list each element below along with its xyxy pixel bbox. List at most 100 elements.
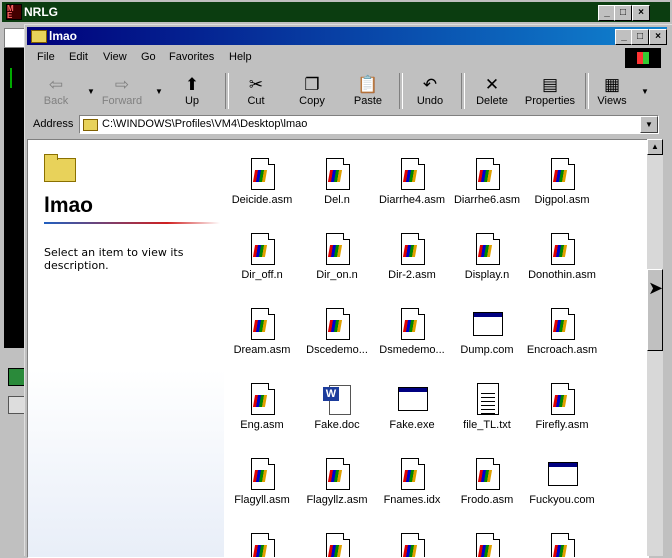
forward-button[interactable]: ⇨ Forward bbox=[93, 71, 151, 111]
word-document-icon: W bbox=[323, 383, 351, 417]
views-button[interactable]: ▦ Views bbox=[587, 71, 637, 111]
menu-go[interactable]: Go bbox=[141, 51, 156, 63]
winamp-file-icon bbox=[398, 458, 426, 492]
file-name: Dir-2.asm bbox=[388, 269, 436, 281]
file-name: Digpol.asm bbox=[534, 194, 590, 206]
address-field[interactable]: C:\WINDOWS\Profiles\VM4\Desktop\lmao ▼ bbox=[79, 115, 659, 134]
menu-edit[interactable]: Edit bbox=[69, 51, 88, 63]
address-dropdown-button[interactable]: ▼ bbox=[640, 116, 658, 133]
text-file-icon bbox=[473, 383, 501, 417]
file-item[interactable]: Frodo.asm bbox=[449, 438, 525, 508]
file-name: Eng.asm bbox=[240, 419, 284, 431]
background-window-title: NRLG bbox=[24, 5, 58, 19]
folder-icon bbox=[31, 30, 47, 43]
file-name: Diarrhe6.asm bbox=[453, 194, 521, 206]
file-item[interactable] bbox=[374, 513, 450, 557]
maximize-button[interactable]: □ bbox=[614, 5, 632, 21]
file-item[interactable]: Fnames.idx bbox=[374, 438, 450, 508]
winamp-file-icon bbox=[398, 233, 426, 267]
winamp-file-icon bbox=[473, 458, 501, 492]
folder-view: lmao Select an item to view its descript… bbox=[27, 139, 649, 558]
background-window-titlebar[interactable]: ME NRLG _ □ × bbox=[2, 2, 670, 22]
undo-button[interactable]: ↶ Undo bbox=[401, 71, 459, 111]
properties-label: Properties bbox=[524, 95, 576, 107]
properties-icon: ▤ bbox=[541, 75, 559, 94]
menu-favorites[interactable]: Favorites bbox=[169, 51, 214, 63]
file-name: Donothin.asm bbox=[528, 269, 596, 281]
file-item[interactable]: Donothin.asm bbox=[524, 213, 600, 283]
back-arrow-icon: ⇦ bbox=[48, 75, 64, 94]
undo-label: Undo bbox=[416, 95, 444, 107]
cut-button[interactable]: ✂ Cut bbox=[227, 71, 285, 111]
delete-x-icon: ✕ bbox=[484, 75, 500, 94]
file-name: Firefly.asm bbox=[535, 419, 589, 431]
file-name: Fuckyou.com bbox=[529, 494, 595, 506]
paste-button[interactable]: 📋 Paste bbox=[339, 71, 397, 111]
close-button[interactable]: × bbox=[632, 5, 650, 21]
file-item[interactable]: Dscedemo... bbox=[299, 288, 375, 358]
winamp-file-icon bbox=[248, 533, 276, 557]
views-dropdown-icon[interactable]: ▼ bbox=[641, 87, 649, 96]
file-item[interactable]: Diarrhe6.asm bbox=[449, 140, 525, 208]
file-item[interactable]: Del.n bbox=[299, 140, 375, 208]
file-item[interactable]: Fuckyou.com bbox=[524, 438, 600, 508]
properties-button[interactable]: ▤ Properties bbox=[517, 71, 583, 111]
up-label: Up bbox=[184, 95, 200, 107]
address-bar: Address C:\WINDOWS\Profiles\VM4\Desktop\… bbox=[27, 114, 667, 136]
background-panel bbox=[4, 48, 26, 348]
back-button[interactable]: ⇦ Back bbox=[27, 71, 85, 111]
delete-button[interactable]: ✕ Delete bbox=[463, 71, 521, 111]
file-name: Fnames.idx bbox=[383, 494, 441, 506]
menu-file[interactable]: File bbox=[37, 51, 55, 63]
winamp-file-icon bbox=[323, 233, 351, 267]
copy-icon: ❐ bbox=[304, 75, 320, 94]
divider bbox=[44, 222, 220, 224]
file-item[interactable]: W Fake.doc bbox=[299, 363, 375, 433]
winamp-file-icon bbox=[398, 158, 426, 192]
forward-dropdown-icon[interactable]: ▼ bbox=[155, 87, 163, 96]
file-item[interactable]: Dream.asm bbox=[224, 288, 300, 358]
file-item[interactable]: Eng.asm bbox=[224, 363, 300, 433]
file-item[interactable] bbox=[449, 513, 525, 557]
vertical-scrollbar[interactable]: ▲ bbox=[647, 139, 663, 556]
close-button[interactable]: × bbox=[649, 29, 667, 45]
winamp-file-icon bbox=[323, 158, 351, 192]
file-item[interactable] bbox=[299, 513, 375, 557]
file-name: Flagyll.asm bbox=[234, 494, 290, 506]
scroll-up-button[interactable]: ▲ bbox=[647, 139, 663, 155]
winamp-file-icon bbox=[248, 458, 276, 492]
file-item[interactable]: Dir-2.asm bbox=[374, 213, 450, 283]
paste-label: Paste bbox=[353, 95, 383, 107]
address-label: Address bbox=[33, 118, 74, 130]
file-item[interactable]: Dir_off.n bbox=[224, 213, 300, 283]
file-item[interactable] bbox=[224, 513, 300, 557]
window-title: lmao bbox=[49, 29, 78, 43]
file-name: file_TL.txt bbox=[463, 419, 511, 431]
file-item[interactable] bbox=[524, 513, 600, 557]
winamp-file-icon bbox=[398, 533, 426, 557]
file-item[interactable]: Deicide.asm bbox=[224, 140, 300, 208]
file-item[interactable]: Digpol.asm bbox=[524, 140, 600, 208]
menu-help[interactable]: Help bbox=[229, 51, 252, 63]
file-item[interactable]: Dump.com bbox=[449, 288, 525, 358]
file-item[interactable]: Dir_on.n bbox=[299, 213, 375, 283]
file-item[interactable]: Diarrhe4.asm bbox=[374, 140, 450, 208]
address-value: C:\WINDOWS\Profiles\VM4\Desktop\lmao bbox=[102, 118, 308, 130]
file-item[interactable]: Encroach.asm bbox=[524, 288, 600, 358]
maximize-button[interactable]: □ bbox=[631, 29, 649, 45]
copy-button[interactable]: ❐ Copy bbox=[283, 71, 341, 111]
winamp-file-icon bbox=[473, 158, 501, 192]
file-item[interactable]: Flagyllz.asm bbox=[299, 438, 375, 508]
up-button[interactable]: ⬆ Up bbox=[163, 71, 221, 111]
menu-view[interactable]: View bbox=[103, 51, 127, 63]
file-item[interactable]: Dsmedemo... bbox=[374, 288, 450, 358]
file-name: Display.n bbox=[464, 269, 510, 281]
file-item[interactable]: Fake.exe bbox=[374, 363, 450, 433]
file-item[interactable]: Flagyll.asm bbox=[224, 438, 300, 508]
winamp-file-icon bbox=[548, 233, 576, 267]
file-item[interactable]: Firefly.asm bbox=[524, 363, 600, 433]
window-titlebar[interactable]: lmao _ □ × bbox=[27, 27, 667, 45]
file-item[interactable]: file_TL.txt bbox=[449, 363, 525, 433]
views-label: Views bbox=[597, 95, 627, 107]
file-item[interactable]: Display.n bbox=[449, 213, 525, 283]
